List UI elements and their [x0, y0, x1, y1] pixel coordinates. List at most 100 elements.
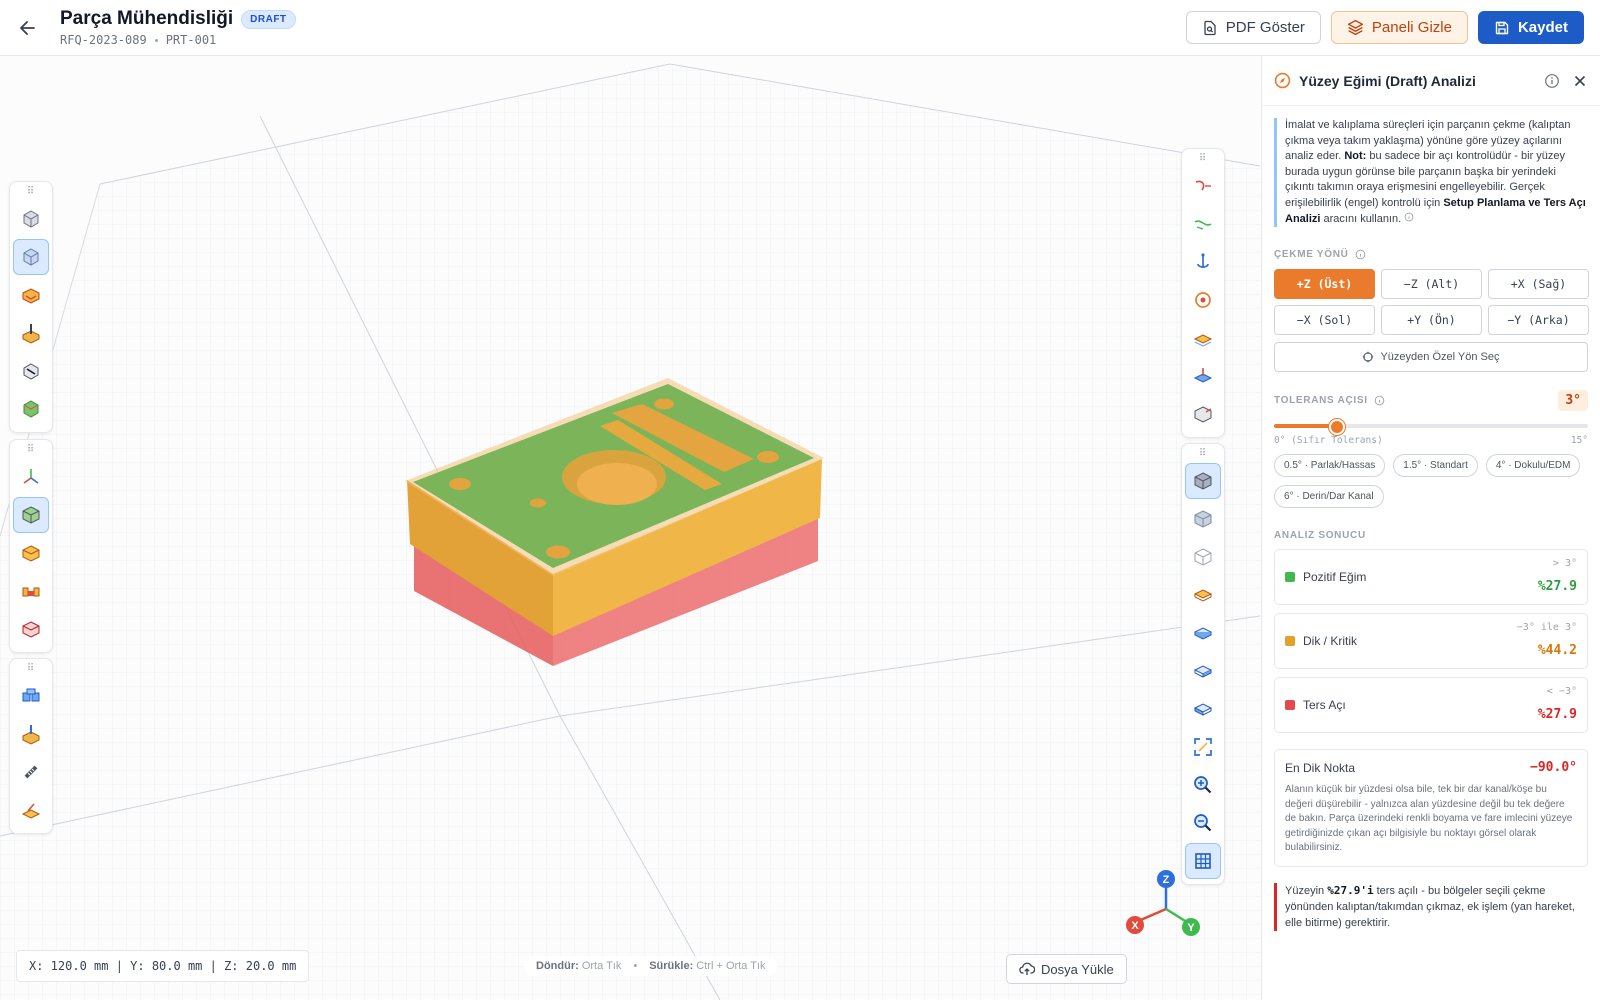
axis-z-label: Z	[1163, 874, 1170, 886]
view-shaded[interactable]	[1185, 463, 1221, 499]
preset-chip[interactable]: 1.5° · Standart	[1393, 454, 1478, 478]
result-percent: %44.2	[1537, 643, 1577, 659]
pull-direction-title: ÇEKME YÖNÜ	[1274, 249, 1349, 261]
zoom-out[interactable]	[1185, 805, 1221, 841]
tool-tool-access[interactable]	[13, 315, 49, 351]
tool-surface-color[interactable]	[13, 391, 49, 427]
preset-chip[interactable]: 4° · Dokulu/EDM	[1485, 454, 1581, 478]
preset-chip[interactable]: 0.5° · Parlak/Hassas	[1274, 454, 1386, 478]
status-badge: DRAFT	[241, 9, 296, 29]
drag-handle[interactable]: ⠿	[1199, 153, 1207, 167]
tool-chamfer[interactable]	[13, 792, 49, 828]
tool-coordinate-system[interactable]	[13, 459, 49, 495]
info-icon[interactable]	[1374, 395, 1385, 406]
result-percent: %27.9	[1537, 707, 1577, 723]
color-swatch	[1285, 636, 1295, 647]
result-positive[interactable]: Pozitif Eğim > 3° %27.9	[1274, 549, 1588, 606]
direction-minus-z[interactable]: −Z (Alt)	[1381, 269, 1482, 300]
hide-label: Paneli Gizle	[1371, 19, 1452, 36]
info-button[interactable]	[1544, 73, 1560, 89]
tool-draft-analysis[interactable]	[13, 239, 49, 275]
axes-icon	[23, 469, 39, 484]
steepest-point-card: En Dik Nokta −90.0° Alanın küçük bir yüz…	[1274, 749, 1588, 867]
hide-panel-button[interactable]: Paneli Gizle	[1330, 11, 1468, 44]
fixture-icon	[22, 587, 40, 597]
custom-direction-button[interactable]: Yüzeyden Özel Yön Seç	[1274, 342, 1588, 373]
hole	[530, 498, 546, 508]
view-top-icon	[1193, 589, 1213, 602]
upload-file-button[interactable]: Dosya Yükle	[1006, 954, 1127, 984]
direction-minus-y[interactable]: −Y (Arka)	[1488, 305, 1589, 336]
tool-anchor[interactable]	[1185, 244, 1221, 280]
anchor-icon	[1197, 253, 1209, 268]
close-panel-button[interactable]	[1572, 73, 1588, 89]
axis-x-label: X	[1131, 920, 1139, 932]
upload-label: Dosya Yükle	[1041, 961, 1114, 977]
tool-threads[interactable]	[13, 754, 49, 790]
tool-cut-section[interactable]	[13, 353, 49, 389]
drag-handle[interactable]: ⠿	[1199, 448, 1207, 462]
view-top[interactable]	[1185, 577, 1221, 613]
tool-undercut[interactable]	[13, 277, 49, 313]
panel-header: Yüzey Eğimi (Draft) Analizi	[1262, 56, 1600, 106]
app-header: Parça Mühendisliği DRAFT RFQ-2023-089 PR…	[0, 0, 1600, 56]
zoom-fit[interactable]	[1185, 729, 1221, 765]
slider-thumb[interactable]	[1328, 419, 1345, 436]
info-icon[interactable]	[1355, 249, 1366, 260]
drag-handle[interactable]: ⠿	[27, 186, 35, 200]
tool-envelope[interactable]	[13, 611, 49, 647]
axis-y-label: Y	[1187, 922, 1195, 934]
hole-drill-icon	[22, 725, 40, 745]
direction-plus-y[interactable]: +Y (Ön)	[1381, 305, 1482, 336]
tool-wall-thickness[interactable]	[13, 201, 49, 237]
box-icon	[22, 545, 40, 562]
tool-measure-radius[interactable]	[1185, 282, 1221, 318]
zoom-in[interactable]	[1185, 767, 1221, 803]
view-transparent[interactable]	[1185, 501, 1221, 537]
green-cube-icon	[23, 400, 39, 418]
measure-edge-icon	[1194, 220, 1212, 230]
back-button[interactable]	[14, 14, 42, 42]
description-note: Not:	[1344, 150, 1367, 163]
tool-measure-edge[interactable]	[1185, 206, 1221, 242]
view-wireframe[interactable]	[1185, 539, 1221, 575]
hint-drag-value: Ctrl + Orta Tık	[696, 960, 766, 972]
view-side[interactable]	[1185, 653, 1221, 689]
cube-draft-icon	[23, 248, 39, 266]
tool-layers-measure[interactable]	[1185, 320, 1221, 356]
preset-chip[interactable]: 6° · Derin/Dar Kanal	[1274, 485, 1384, 509]
steepest-point-label: En Dik Nokta	[1285, 760, 1356, 775]
result-undercut[interactable]: Ters Açı < −3° %27.9	[1274, 677, 1588, 734]
file-search-icon	[1204, 20, 1216, 35]
scene-canvas[interactable]: Z X Y	[0, 56, 1260, 1000]
direction-plus-x[interactable]: +X (Sağ)	[1488, 269, 1589, 300]
drag-handle[interactable]: ⠿	[27, 663, 35, 677]
toggle-grid[interactable]	[1185, 843, 1221, 879]
cloud-upload-icon	[1019, 962, 1035, 975]
tool-fixture[interactable]	[13, 573, 49, 609]
tool-holes[interactable]	[13, 716, 49, 752]
tool-feature-recognition[interactable]	[13, 678, 49, 714]
tool-plane[interactable]	[1185, 358, 1221, 394]
right-toolbar-measure: ⠿	[1181, 148, 1225, 438]
direction-minus-x[interactable]: −X (Sol)	[1274, 305, 1375, 336]
page-title: Parça Mühendisliği	[60, 8, 234, 29]
tool-bounding-box[interactable]	[1185, 396, 1221, 432]
tool-box[interactable]	[13, 535, 49, 571]
result-critical[interactable]: Dik / Kritik −3° ile 3° %44.2	[1274, 613, 1588, 670]
close-icon	[1574, 75, 1586, 86]
pdf-button[interactable]: PDF Göster	[1185, 11, 1321, 44]
direction-plus-z[interactable]: +Z (Üst)	[1274, 269, 1375, 300]
save-button[interactable]: Kaydet	[1477, 11, 1584, 44]
tolerance-title: TOLERANS AÇISI	[1274, 395, 1368, 407]
view-iso[interactable]	[1185, 691, 1221, 727]
tolerance-slider[interactable]	[1274, 419, 1588, 436]
result-name: Pozitif Eğim	[1303, 570, 1367, 585]
hint-rotate-value: Orta Tık	[581, 960, 622, 972]
tool-stock[interactable]	[13, 497, 49, 533]
drag-handle[interactable]: ⠿	[27, 444, 35, 458]
tool-measure-distance[interactable]	[1185, 168, 1221, 204]
view-front[interactable]	[1185, 615, 1221, 651]
color-swatch	[1285, 700, 1295, 711]
3d-viewport[interactable]: Z X Y ⠿ ⠿ ⠿ ⠿ ⠿ X: 120.0 mm | Y: 80.0 mm…	[0, 56, 1260, 1000]
